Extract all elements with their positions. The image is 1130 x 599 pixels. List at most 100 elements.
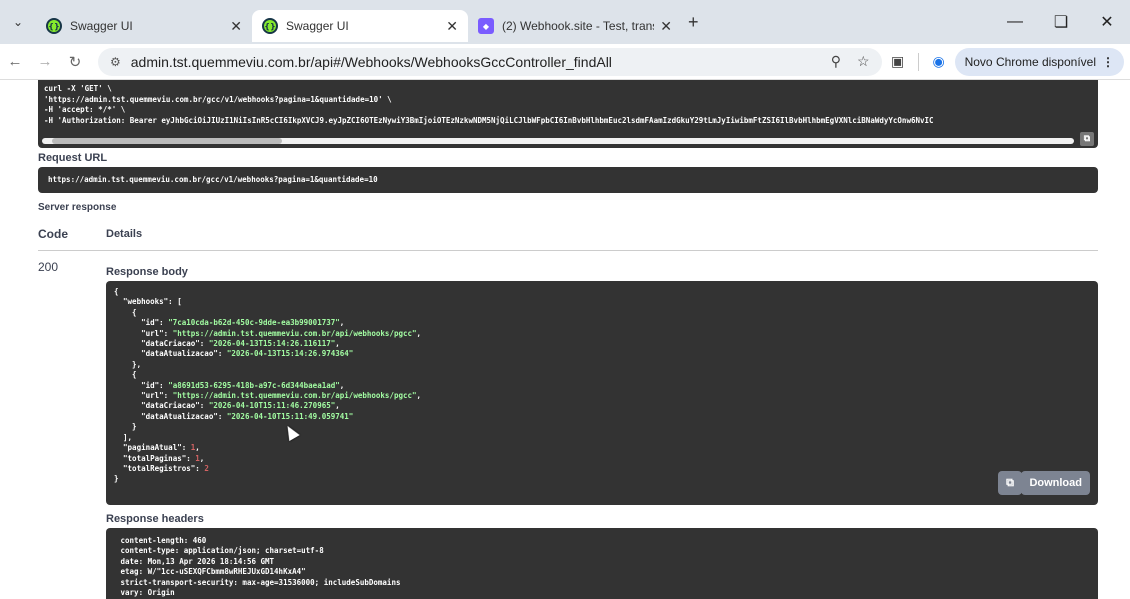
omnibox[interactable]: ⚙ admin.tst.quemmeviu.com.br/api#/Webhoo… — [98, 47, 882, 76]
json-token: "totalPaginas": — [114, 453, 196, 463]
json-token: { — [114, 370, 137, 380]
header-line: content-length: 460 — [116, 536, 207, 545]
json-token: "url": — [114, 391, 173, 401]
curl-line: -H 'accept: */*' \ — [44, 105, 126, 114]
close-tab-icon[interactable]: ✕ — [660, 18, 672, 35]
copy-curl-icon[interactable]: ⧉ — [1080, 132, 1094, 146]
json-line: "totalPaginas": 1, — [114, 454, 1090, 464]
json-token: "https://admin.tst.quemmeviu.com.br/api/… — [172, 391, 417, 401]
close-tab-icon[interactable]: ✕ — [446, 18, 458, 35]
profile-icon[interactable]: ◉ — [923, 53, 955, 70]
extensions-icon[interactable]: ▣ — [882, 53, 914, 70]
reload-icon[interactable]: ↻ — [60, 53, 90, 71]
json-token: "paginaAtual": — [114, 443, 191, 453]
scrollbar-thumb[interactable] — [52, 138, 282, 144]
json-token: "url": — [114, 328, 173, 338]
response-body-block: { "webhooks": [ { "id": "7ca10cda-b62d-4… — [106, 281, 1098, 505]
tab-title: Swagger UI — [286, 19, 349, 33]
bookmark-star-icon[interactable]: ☆ — [857, 53, 870, 70]
code-column-header: Code — [38, 227, 68, 241]
header-line: strict-transport-security: max-age=31536… — [116, 577, 401, 587]
swagger-icon: {} — [262, 18, 278, 34]
json-token: } — [114, 422, 137, 432]
json-line: "paginaAtual": 1, — [114, 443, 1090, 453]
json-token: "webhooks": [ — [114, 297, 182, 307]
tab-webhook-site[interactable]: ◆ (2) Webhook.site - Test, transfo ✕ — [468, 10, 682, 42]
toolbar-divider — [917, 52, 919, 71]
json-token: "id": — [114, 380, 169, 390]
copy-to-clipboard-icon[interactable]: ⧉ — [998, 471, 1022, 495]
chrome-update-button[interactable]: Novo Chrome disponível ⋮ — [954, 47, 1124, 76]
json-line: "dataAtualizacao": "2026-04-13T15:14:26.… — [114, 349, 1090, 359]
zoom-icon[interactable]: ⚲ — [831, 53, 841, 70]
json-token: "2026-04-13T15:14:26.974364" — [226, 349, 354, 359]
json-token: "id": — [114, 318, 169, 328]
response-body-label: Response body — [106, 266, 188, 278]
restore-icon[interactable]: ❏ — [1038, 12, 1084, 32]
tab-swagger-1[interactable]: {} Swagger UI ✕ — [36, 10, 252, 42]
curl-line: curl -X 'GET' \ — [44, 84, 112, 93]
close-window-icon[interactable]: ✕ — [1084, 12, 1130, 32]
json-token: "dataAtualizacao": — [114, 349, 227, 359]
curl-line: 'https://admin.tst.quemmeviu.com.br/gcc/… — [44, 94, 392, 104]
curl-block: curl -X 'GET' \ 'https://admin.tst.quemm… — [38, 80, 1098, 148]
json-line: { — [114, 370, 1090, 380]
header-line: content-type: application/json; charset=… — [116, 546, 324, 556]
header-line: date: Mon,13 Apr 2026 18:14:56 GMT — [116, 556, 275, 566]
json-token: "7ca10cda-b62d-450c-9dde-ea3b99001737" — [168, 318, 340, 328]
swagger-icon: {} — [46, 18, 62, 34]
json-token: "2026-04-10T15:11:46.270965" — [208, 401, 336, 411]
json-token: { — [114, 307, 137, 317]
chrome-update-label: Novo Chrome disponível — [964, 54, 1096, 69]
download-button[interactable]: Download — [1021, 471, 1090, 495]
json-line: "id": "a8691d53-6295-418b-a97c-6d344baea… — [114, 381, 1090, 391]
json-token: "a8691d53-6295-418b-a97c-6d344baea1ad" — [168, 380, 340, 390]
json-token: 2 — [204, 463, 209, 473]
tab-strip: ⌄ {} Swagger UI ✕ {} Swagger UI ✕ ◆ (2) … — [0, 0, 1130, 44]
request-url-block: https://admin.tst.quemmeviu.com.br/gcc/v… — [38, 167, 1098, 193]
divider — [38, 250, 1098, 251]
json-line: "dataCriacao": "2026-04-10T15:11:46.2709… — [114, 401, 1090, 411]
response-headers-label: Response headers — [106, 513, 204, 525]
tab-title: Swagger UI — [70, 19, 133, 33]
request-url-label: Request URL — [38, 152, 108, 164]
response-body-json: { "webhooks": [ { "id": "7ca10cda-b62d-4… — [114, 287, 1090, 485]
tab-search-chevron-icon[interactable]: ⌄ — [0, 15, 36, 29]
json-token: "dataCriacao": — [114, 401, 209, 411]
horizontal-scrollbar[interactable] — [42, 138, 1074, 144]
forward-icon[interactable]: → — [30, 53, 60, 70]
json-line: "id": "7ca10cda-b62d-450c-9dde-ea3b99001… — [114, 318, 1090, 328]
curl-line: -H 'Authorization: Bearer eyJhbGciOiJIUz… — [44, 115, 934, 125]
details-column-header: Details — [106, 228, 143, 240]
json-token: "2026-04-13T15:14:26.116117" — [208, 339, 336, 349]
menu-kebab-icon[interactable]: ⋮ — [1102, 55, 1114, 69]
json-token: , — [339, 318, 345, 328]
json-token: "dataAtualizacao": — [114, 411, 227, 421]
minimize-icon[interactable]: — — [992, 13, 1038, 31]
tab-swagger-2[interactable]: {} Swagger UI ✕ — [252, 10, 468, 42]
json-line: "dataCriacao": "2026-04-13T15:14:26.1161… — [114, 339, 1090, 349]
json-line: "url": "https://admin.tst.quemmeviu.com.… — [114, 329, 1090, 339]
url-text[interactable]: admin.tst.quemmeviu.com.br/api#/Webhooks… — [131, 54, 815, 70]
close-tab-icon[interactable]: ✕ — [230, 18, 242, 35]
json-token: , — [335, 401, 340, 411]
json-token: , — [339, 380, 345, 390]
header-line: etag: W/"1cc-uSEXQFCbmm8wRHEJUxGD14hKxA4… — [116, 567, 306, 577]
json-line: } — [114, 422, 1090, 432]
back-icon[interactable]: ← — [0, 53, 30, 70]
new-tab-icon[interactable]: + — [688, 12, 699, 33]
json-token: "https://admin.tst.quemmeviu.com.br/api/… — [172, 328, 417, 338]
address-bar-row: ← → ↻ ⚙ admin.tst.quemmeviu.com.br/api#/… — [0, 44, 1130, 80]
json-line: "webhooks": [ — [114, 297, 1090, 307]
tab-title: (2) Webhook.site - Test, transfo — [502, 19, 655, 33]
json-token: , — [199, 453, 205, 463]
json-token: , — [195, 443, 200, 453]
json-token: } — [114, 474, 119, 484]
site-info-icon[interactable]: ⚙ — [110, 55, 121, 69]
json-line: }, — [114, 360, 1090, 370]
response-headers-block: content-length: 460 content-type: applic… — [106, 528, 1098, 599]
json-line: ], — [114, 433, 1090, 443]
json-token: ], — [114, 432, 133, 442]
json-line: "totalRegistros": 2 — [114, 464, 1090, 474]
json-token: , — [416, 391, 422, 401]
